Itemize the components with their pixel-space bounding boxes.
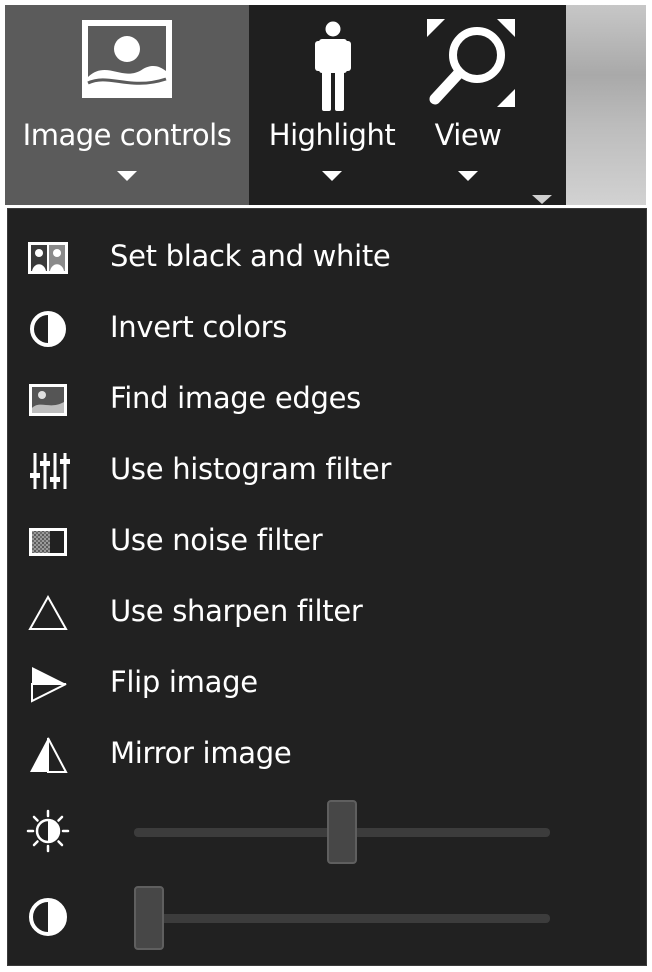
- menu-item-histogram-filter[interactable]: Use histogram filter: [8, 436, 646, 506]
- contrast-slider-row: [8, 877, 646, 957]
- highlight-button[interactable]: Highlight: [257, 5, 407, 205]
- histogram-icon: [30, 453, 70, 489]
- chevron-down-icon: [322, 171, 342, 181]
- menu-item-sharpen-filter[interactable]: Use sharpen filter: [8, 578, 646, 648]
- view-button[interactable]: View: [413, 5, 523, 205]
- menu-item-flip-image[interactable]: Flip image: [8, 649, 646, 719]
- menu-item-label: Find image edges: [110, 381, 361, 415]
- menu-item-label: Set black and white: [110, 239, 391, 273]
- menu-item-find-edges[interactable]: Find image edges: [8, 365, 646, 435]
- image-controls-menu: Set black and white Invert colors Find i…: [7, 208, 647, 966]
- menu-item-label: Invert colors: [110, 310, 288, 344]
- menu-item-label: Use noise filter: [110, 523, 323, 557]
- overflow-chevron-down-icon[interactable]: [532, 195, 552, 204]
- menu-item-label: Mirror image: [110, 736, 292, 770]
- document-background: [566, 5, 646, 205]
- black-white-icon: [28, 242, 68, 274]
- contrast-slider-track[interactable]: [134, 886, 550, 950]
- menu-item-label: Use sharpen filter: [110, 594, 363, 628]
- flip-icon: [31, 667, 67, 703]
- menu-item-label: Use histogram filter: [110, 452, 392, 486]
- sharpen-icon: [28, 594, 68, 630]
- mirror-icon: [30, 737, 68, 773]
- brightness-slider-row: [8, 791, 646, 871]
- highlight-label: Highlight: [268, 118, 396, 152]
- person-icon: [315, 21, 351, 111]
- brightness-icon: [26, 809, 70, 853]
- image-icon: [82, 20, 172, 98]
- contrast-slider-thumb[interactable]: [134, 886, 164, 950]
- menu-item-mirror-image[interactable]: Mirror image: [8, 720, 646, 790]
- menu-item-label: Flip image: [110, 665, 258, 699]
- toolbar: Image controls Highlight View: [5, 5, 566, 205]
- noise-icon: [29, 528, 67, 556]
- image-controls-button[interactable]: Image controls: [5, 5, 249, 205]
- chevron-down-icon: [458, 171, 478, 181]
- edges-icon: [29, 384, 67, 416]
- menu-item-black-and-white[interactable]: Set black and white: [8, 223, 646, 293]
- brightness-slider-thumb[interactable]: [327, 800, 357, 864]
- menu-item-noise-filter[interactable]: Use noise filter: [8, 507, 646, 577]
- contrast-icon: [29, 898, 67, 936]
- menu-item-invert-colors[interactable]: Invert colors: [8, 294, 646, 364]
- zoom-icon: [427, 19, 515, 107]
- invert-icon: [30, 311, 66, 347]
- view-label: View: [434, 118, 502, 152]
- brightness-slider-track[interactable]: [134, 800, 550, 864]
- chevron-down-icon: [117, 171, 137, 181]
- image-controls-label: Image controls: [22, 118, 232, 152]
